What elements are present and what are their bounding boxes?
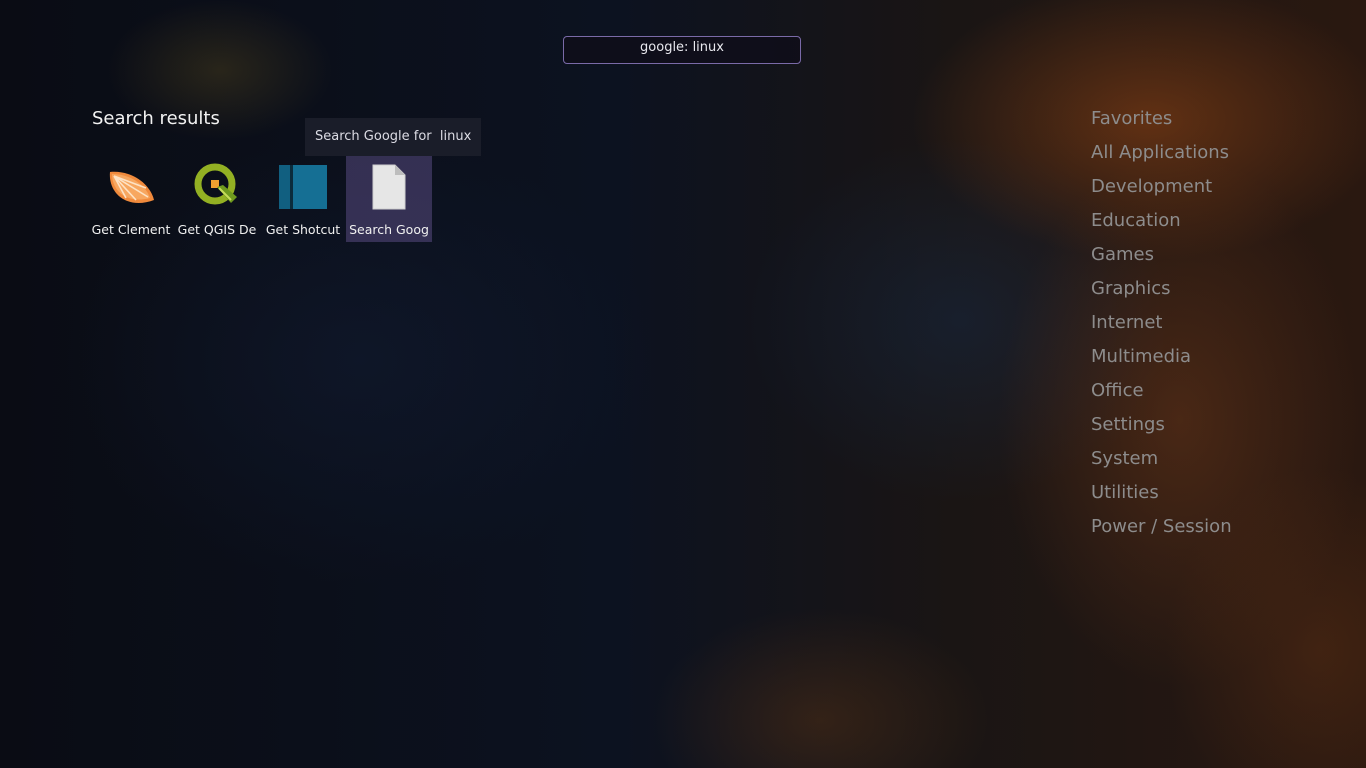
search-input[interactable]: google: linux <box>563 36 801 64</box>
category-graphics[interactable]: Graphics <box>1091 274 1232 308</box>
category-multimedia[interactable]: Multimedia <box>1091 342 1232 376</box>
category-system[interactable]: System <box>1091 444 1232 478</box>
category-education[interactable]: Education <box>1091 206 1232 240</box>
document-icon <box>362 160 416 214</box>
category-power-session[interactable]: Power / Session <box>1091 512 1232 546</box>
clementine-icon <box>104 160 158 214</box>
qgis-icon <box>190 160 244 214</box>
search-results: Get Clement Get QGIS De Get Shotcut Sear… <box>88 156 432 242</box>
result-label: Get Clement <box>91 222 171 237</box>
category-internet[interactable]: Internet <box>1091 308 1232 342</box>
tooltip: Search Google for linux <box>305 118 482 156</box>
shotcut-icon <box>276 160 330 214</box>
category-utilities[interactable]: Utilities <box>1091 478 1232 512</box>
category-list: Favorites All Applications Development E… <box>1091 104 1232 546</box>
section-title: Search results <box>92 108 220 129</box>
category-settings[interactable]: Settings <box>1091 410 1232 444</box>
category-development[interactable]: Development <box>1091 172 1232 206</box>
result-label: Get Shotcut <box>265 222 341 237</box>
result-label: Get QGIS De <box>177 222 257 237</box>
result-qgis[interactable]: Get QGIS De <box>174 156 260 242</box>
result-clementine[interactable]: Get Clement <box>88 156 174 242</box>
result-label: Search Goog <box>349 222 429 237</box>
result-search-google[interactable]: Search Goog <box>346 156 432 242</box>
category-all-applications[interactable]: All Applications <box>1091 138 1232 172</box>
category-games[interactable]: Games <box>1091 240 1232 274</box>
category-favorites[interactable]: Favorites <box>1091 104 1232 138</box>
category-office[interactable]: Office <box>1091 376 1232 410</box>
result-shotcut[interactable]: Get Shotcut <box>260 156 346 242</box>
